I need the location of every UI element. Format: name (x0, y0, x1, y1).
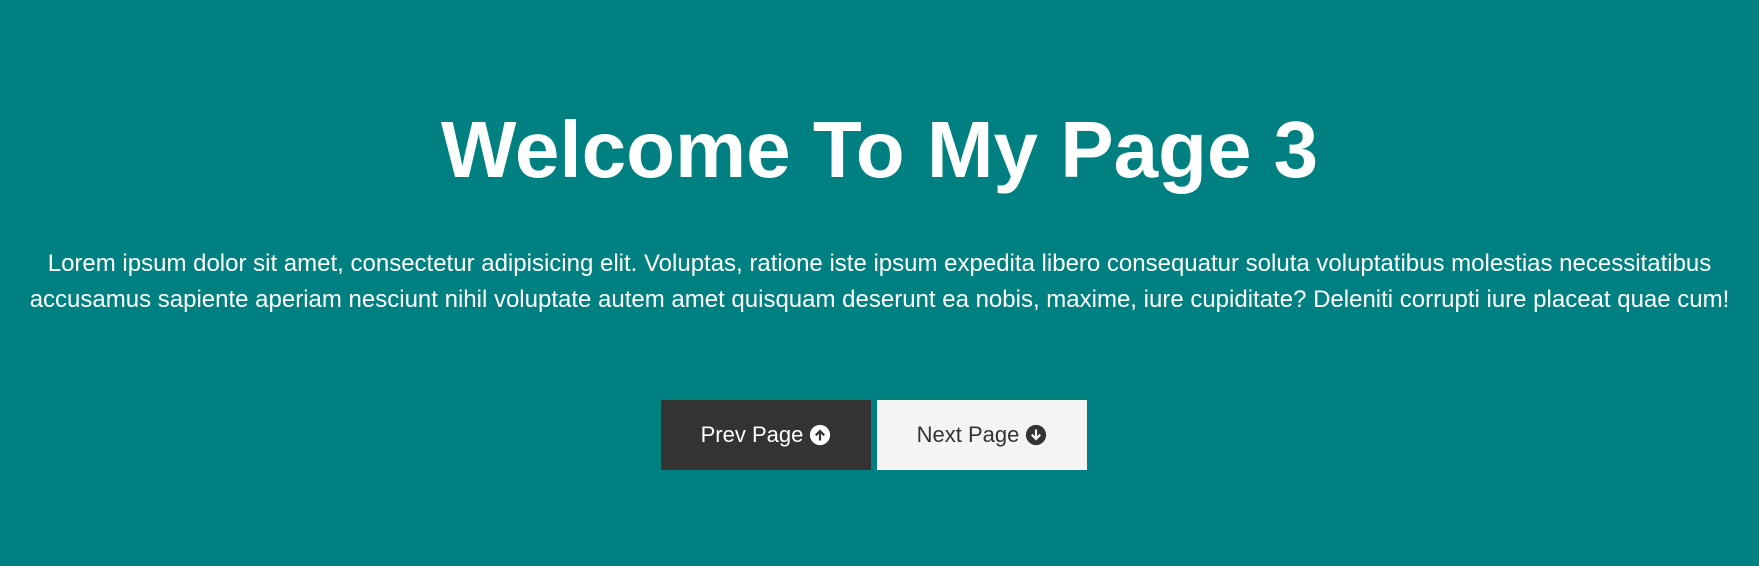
prev-page-button[interactable]: Prev Page (661, 400, 871, 470)
prev-page-label: Prev Page (700, 422, 804, 447)
next-page-label: Next Page (916, 422, 1020, 447)
page-title: Welcome To My Page 3 (440, 105, 1319, 194)
page-container: Welcome To My Page 3 Lorem ipsum dolor s… (0, 0, 1759, 566)
arrow-circle-up-icon (809, 424, 831, 446)
page-navigation: Prev Page Next Page (661, 400, 1087, 470)
arrow-circle-down-icon (1025, 424, 1047, 446)
next-page-button[interactable]: Next Page (877, 400, 1087, 470)
intro-paragraph: Lorem ipsum dolor sit amet, consectetur … (29, 250, 1730, 313)
